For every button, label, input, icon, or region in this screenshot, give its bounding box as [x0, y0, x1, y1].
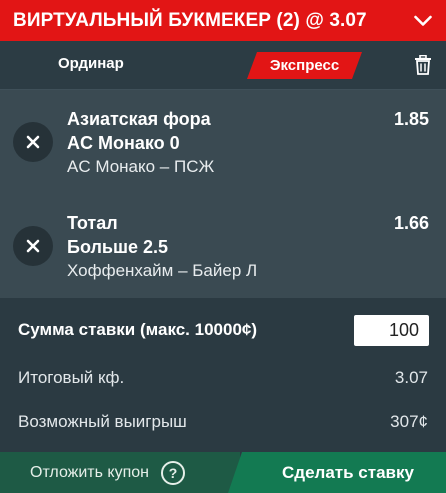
bet-outcome: Больше 2.5	[67, 237, 169, 257]
bet-item: Азиатская фора AC Монако 0 AC Монако – П…	[0, 90, 446, 190]
stake-input[interactable]	[354, 315, 429, 346]
bet-match: AC Монако – ПСЖ	[67, 157, 215, 176]
betslip-summary: Сумма ставки (макс. 10000¢) Итоговый кф.…	[0, 298, 446, 452]
stake-label: Сумма ставки (макс. 10000¢)	[18, 320, 258, 339]
tab-express-label: Экспресс	[269, 57, 340, 74]
bet-match: Хоффенхайм – Байер Л	[67, 261, 258, 280]
bet-type-tabs: Ординар Экспресс	[0, 41, 446, 90]
bet-odds: 1.66	[393, 213, 429, 233]
total-odds-value: 3.07	[394, 368, 428, 387]
place-bet-label: Сделать ставку	[282, 463, 414, 482]
question-icon[interactable]: ?	[160, 460, 185, 485]
betslip-footer: Отложить купон ? Сделать ставку	[0, 452, 446, 493]
possible-win-value: 307¢	[390, 412, 428, 431]
bet-list: Азиатская фора AC Монако 0 AC Монако – П…	[0, 90, 446, 298]
possible-win-label: Возможный выигрыш	[18, 412, 187, 431]
trash-icon[interactable]	[414, 54, 432, 75]
postpone-coupon-label: Отложить купон	[30, 463, 149, 481]
bet-item: Тотал Больше 2.5 Хоффенхайм – Байер Л 1.…	[0, 193, 446, 293]
tab-express[interactable]: Экспресс	[247, 52, 362, 79]
bet-outcome: AC Монако 0	[67, 133, 180, 153]
remove-bet-button[interactable]	[13, 226, 53, 266]
tab-single[interactable]: Ординар	[58, 55, 124, 72]
chevron-down-icon[interactable]	[414, 12, 432, 30]
betslip-header[interactable]: ВИРТУАЛЬНЫЙ БУКМЕКЕР (2) @ 3.07	[0, 0, 446, 41]
postpone-coupon-button[interactable]: Отложить купон ?	[0, 452, 240, 493]
remove-bet-button[interactable]	[13, 122, 53, 162]
close-icon	[26, 135, 40, 149]
betslip-title: ВИРТУАЛЬНЫЙ БУКМЕКЕР (2) @ 3.07	[13, 9, 367, 31]
bet-market: Тотал	[67, 213, 118, 233]
bet-market: Азиатская фора	[67, 109, 211, 129]
close-icon	[26, 239, 40, 253]
place-bet-button[interactable]: Сделать ставку	[228, 452, 446, 493]
total-odds-label: Итоговый кф.	[18, 368, 125, 387]
bet-odds: 1.85	[393, 109, 429, 129]
